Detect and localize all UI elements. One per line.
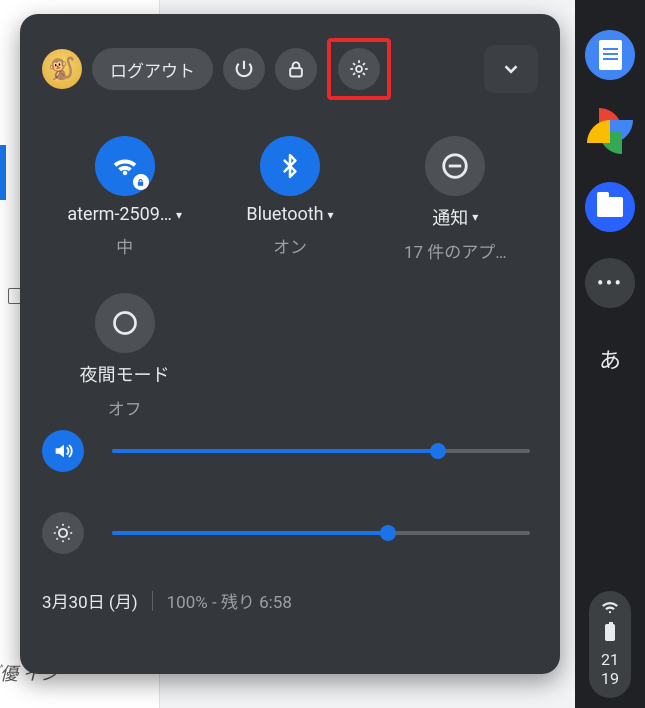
lock-icon [286, 59, 306, 79]
brightness-row [42, 512, 530, 554]
notifications-sublabel: 17 件のアプ… [404, 238, 507, 263]
footer-battery: 100% - 残り 6:58 [167, 588, 292, 613]
logout-button[interactable]: ログアウト [92, 48, 213, 90]
volume-row [42, 430, 530, 472]
wifi-toggle[interactable] [95, 136, 155, 196]
gear-icon [348, 58, 370, 80]
status-time-hh: 21 [601, 651, 619, 669]
shelf-overflow-button[interactable]: ••• [585, 258, 635, 308]
status-time: 21 19 [601, 651, 619, 688]
shelf-ime-button[interactable]: あ [585, 334, 635, 384]
lock-button[interactable] [275, 48, 317, 90]
shelf-app-docs[interactable] [585, 30, 635, 80]
bluetooth-toggle[interactable] [260, 136, 320, 196]
volume-button[interactable] [42, 430, 84, 472]
wifi-tile: aterm-2509… ▾ 中 [42, 136, 207, 263]
bluetooth-sublabel: オン [273, 233, 307, 258]
brightness-button[interactable] [42, 512, 84, 554]
brightness-icon [52, 522, 74, 544]
status-battery-icon [605, 624, 615, 641]
status-wifi-icon [601, 601, 619, 614]
night-mode-label-row[interactable]: 夜間モード [80, 361, 170, 387]
power-icon [233, 58, 255, 80]
shelf-status-tray[interactable]: 21 19 [589, 591, 631, 698]
notifications-label: 通知 [432, 204, 468, 230]
bluetooth-label-row[interactable]: Bluetooth ▾ [246, 204, 333, 225]
night-mode-label: 夜間モード [80, 361, 170, 387]
chevron-down-icon [500, 58, 522, 80]
shelf-app-files[interactable] [585, 182, 635, 232]
sliders-section [42, 430, 538, 554]
wifi-secure-badge [133, 174, 149, 190]
caret-down-icon: ▾ [328, 208, 334, 222]
collapse-button[interactable] [484, 45, 538, 93]
wifi-sublabel: 中 [116, 233, 133, 258]
night-mode-tile: 夜間モード オフ [42, 293, 207, 420]
background-indicator [0, 145, 6, 200]
volume-slider[interactable] [112, 449, 530, 453]
notifications-toggle[interactable] [425, 136, 485, 196]
night-mode-sublabel: オフ [108, 395, 142, 420]
bluetooth-icon [277, 150, 303, 182]
volume-icon [52, 440, 74, 462]
footer-divider [152, 591, 153, 611]
user-avatar[interactable]: 🐒 [42, 49, 82, 89]
notifications-label-row[interactable]: 通知 ▾ [432, 204, 478, 230]
bluetooth-tile: Bluetooth ▾ オン [207, 136, 372, 263]
wifi-label-row[interactable]: aterm-2509… ▾ [67, 204, 182, 225]
bluetooth-label: Bluetooth [246, 204, 323, 225]
caret-down-icon: ▾ [472, 210, 478, 224]
folder-icon [597, 197, 623, 217]
footer-date: 3月30日 (月) [42, 588, 138, 613]
wifi-label: aterm-2509… [67, 204, 172, 225]
brightness-slider[interactable] [112, 531, 530, 535]
settings-highlight [327, 38, 391, 100]
status-time-mm: 19 [601, 670, 619, 688]
photos-icon [587, 108, 633, 154]
night-mode-toggle[interactable] [95, 293, 155, 353]
notifications-tile: 通知 ▾ 17 件のアプ… [373, 136, 538, 263]
caret-down-icon: ▾ [176, 208, 182, 222]
quick-settings-panel: 🐒 ログアウト aterm-2509… [20, 14, 560, 674]
panel-header: 🐒 ログアウト [42, 38, 538, 100]
settings-button[interactable] [338, 48, 380, 90]
docs-icon [599, 40, 622, 70]
panel-footer: 3月30日 (月) 100% - 残り 6:58 [42, 588, 538, 613]
quick-tiles-grid: aterm-2509… ▾ 中 Bluetooth ▾ オン 通知 ▾ 17 [42, 136, 538, 420]
night-mode-icon [111, 309, 139, 337]
shelf: ••• あ 21 19 [575, 0, 645, 708]
do-not-disturb-icon [440, 151, 470, 181]
power-button[interactable] [223, 48, 265, 90]
shelf-app-photos[interactable] [585, 106, 635, 156]
